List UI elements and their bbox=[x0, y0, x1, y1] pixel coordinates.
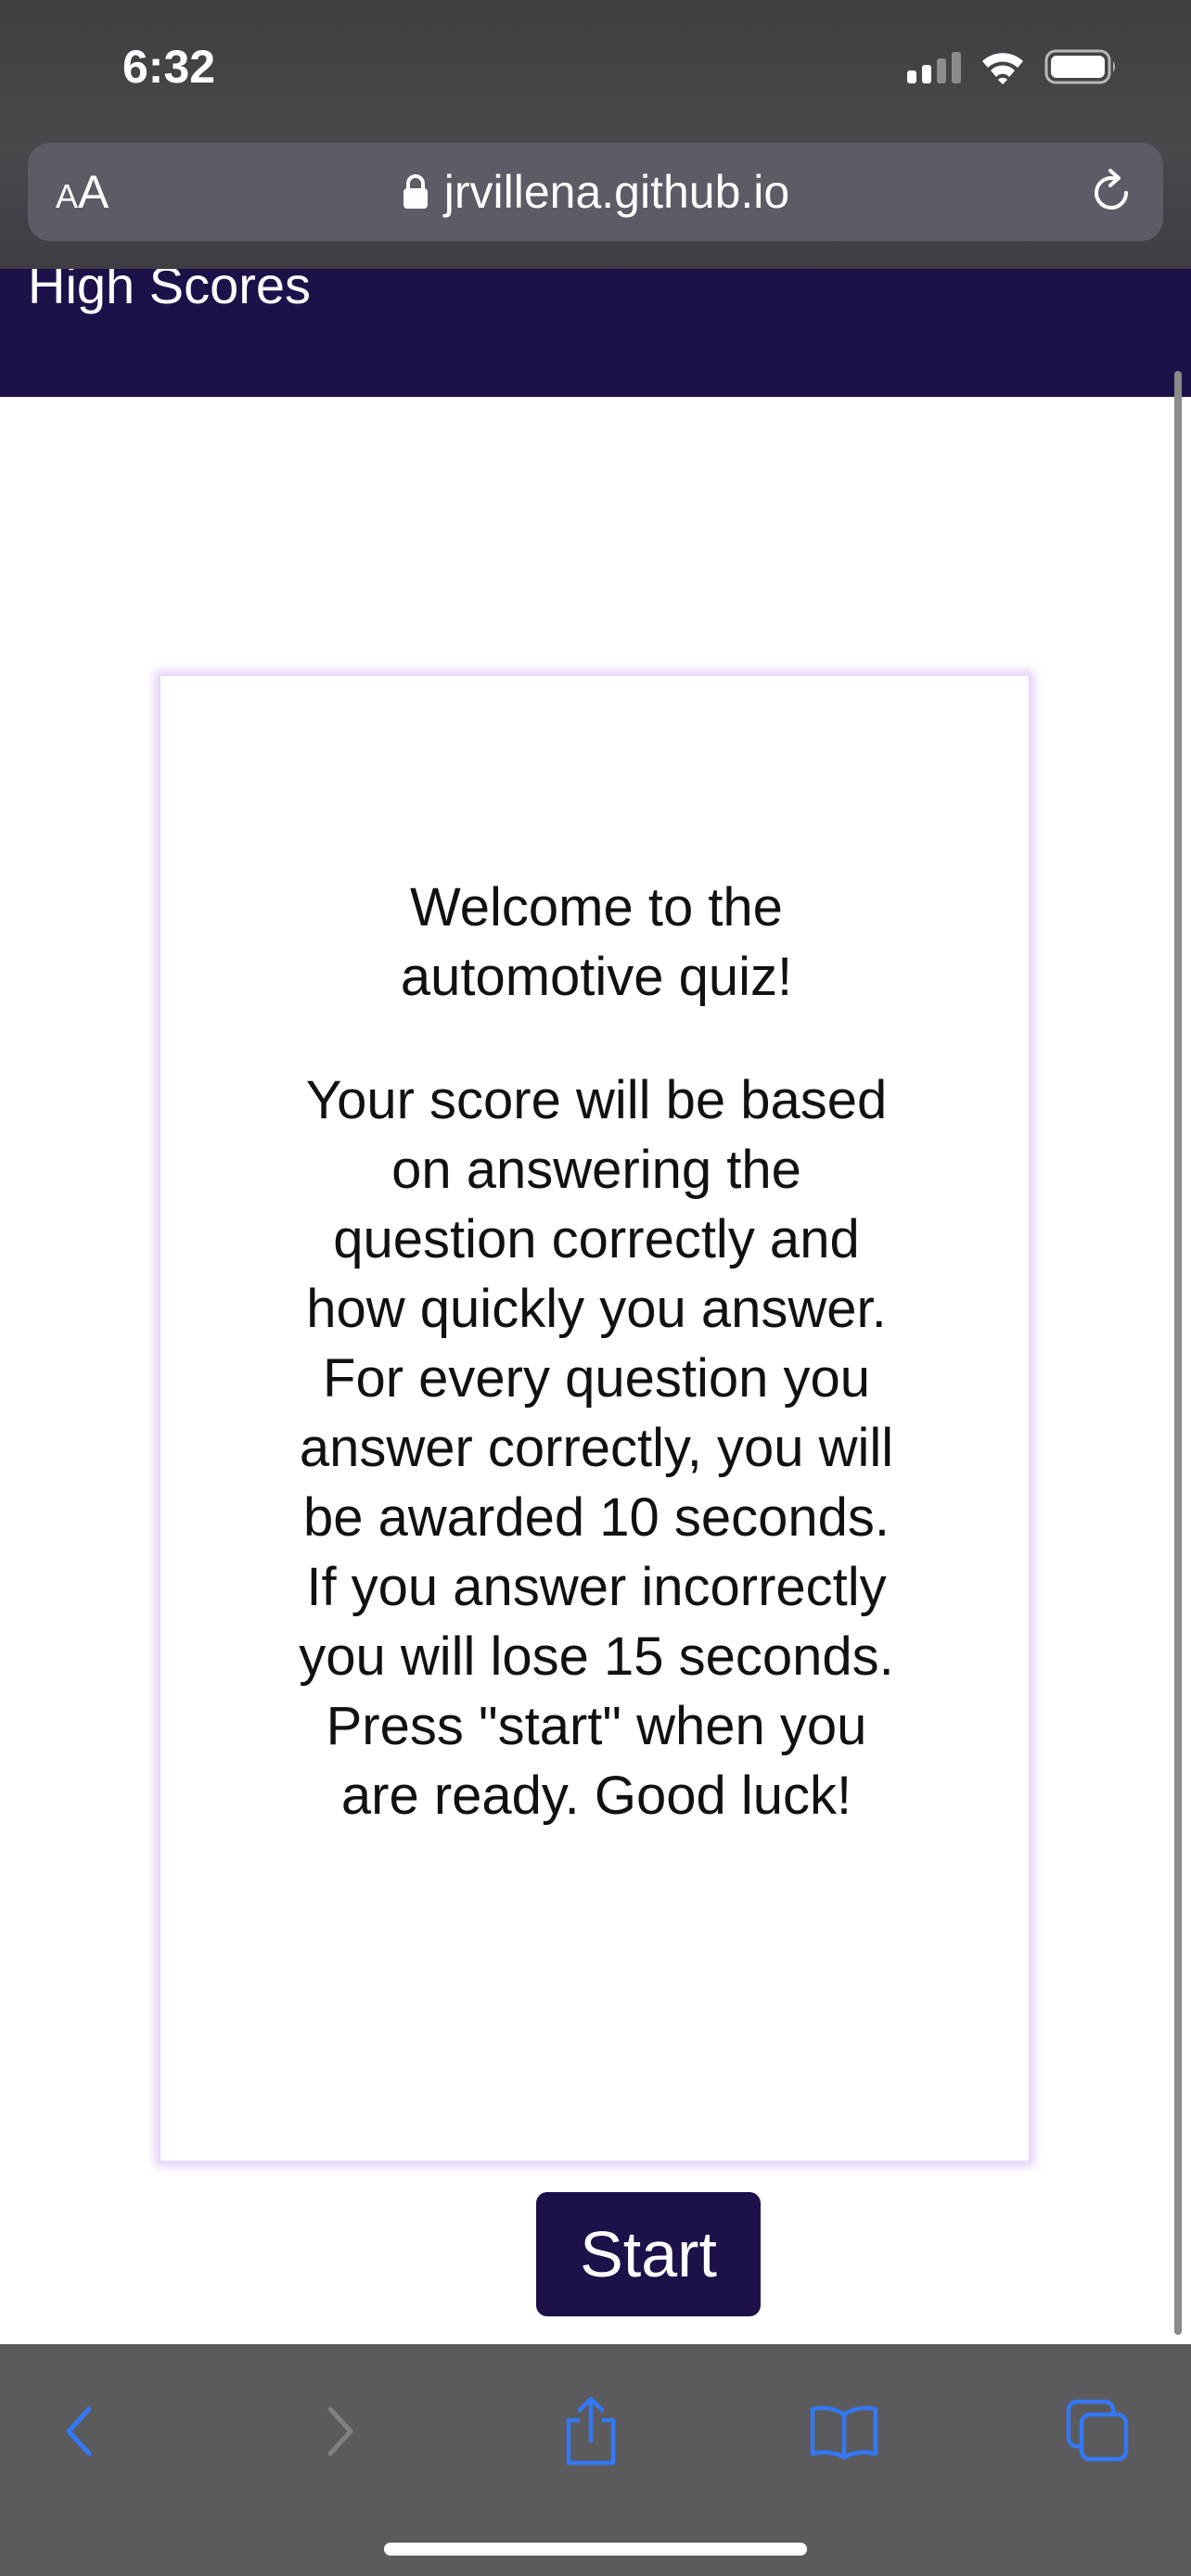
quiz-intro-card: Welcome to the automotive quiz! Your sco… bbox=[159, 674, 1031, 2162]
battery-icon bbox=[1044, 49, 1115, 84]
tabs-icon bbox=[1066, 2399, 1129, 2462]
cellular-signal-icon bbox=[907, 50, 961, 83]
reload-icon[interactable] bbox=[1085, 167, 1137, 219]
welcome-heading: Welcome to the automotive quiz! bbox=[400, 877, 793, 1007]
start-button[interactable]: Start bbox=[536, 2192, 761, 2316]
url-display[interactable]: jrvillena.github.io bbox=[28, 161, 1163, 223]
quiz-page: High Scores 6:32 AA jrvillena.github.io … bbox=[0, 0, 1191, 2576]
quiz-instructions: Your score will be based on answering th… bbox=[299, 1070, 894, 1826]
scroll-indicator[interactable] bbox=[1174, 371, 1182, 2335]
forward-icon bbox=[327, 2406, 353, 2456]
bookmarks-button[interactable] bbox=[800, 2387, 889, 2476]
status-icons bbox=[907, 45, 1119, 89]
bookmarks-icon bbox=[810, 2405, 878, 2460]
tabs-button[interactable] bbox=[1054, 2387, 1143, 2476]
url-text: jrvillena.github.io bbox=[443, 166, 790, 218]
status-time: 6:32 bbox=[122, 41, 216, 93]
address-bar[interactable]: AA jrvillena.github.io bbox=[28, 143, 1163, 241]
share-button[interactable] bbox=[546, 2387, 635, 2476]
browser-toolbar bbox=[0, 2344, 1191, 2576]
back-button[interactable] bbox=[35, 2387, 124, 2476]
lock-icon bbox=[403, 174, 428, 209]
home-indicator[interactable] bbox=[384, 2543, 807, 2556]
back-icon bbox=[66, 2406, 92, 2456]
browser-top-chrome: 6:32 AA jrvillena.github.io bbox=[0, 0, 1191, 269]
forward-button[interactable] bbox=[295, 2387, 384, 2476]
wifi-icon bbox=[982, 53, 1023, 84]
share-icon bbox=[566, 2396, 616, 2466]
